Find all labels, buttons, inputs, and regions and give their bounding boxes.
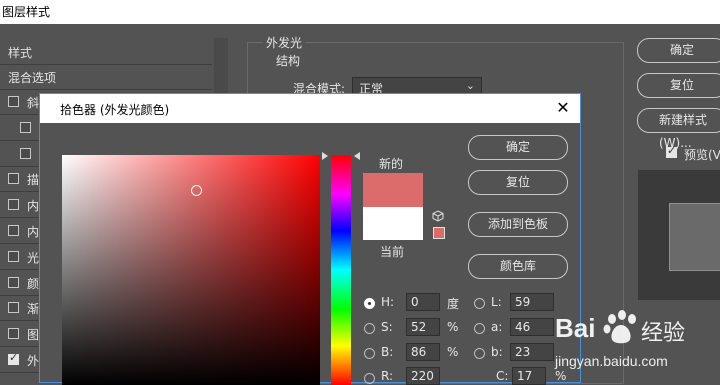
picker-reset-button[interactable]: 复位 [468,170,568,195]
hsb-radio[interactable] [364,348,375,359]
hsb-input[interactable]: 52 [406,318,440,336]
watermark-brand-a: Bai [555,313,596,343]
hsb-unit: % [447,320,459,334]
hsb-label: B: [381,345,394,359]
hsb-radio[interactable] [364,323,375,334]
current-color-swatch[interactable] [363,207,423,240]
lab-value: 59 [515,295,531,309]
color-libraries-label: 颜色库 [499,259,536,273]
color-picker-titlebar: 拾色器 (外发光颜色) ✕ [40,94,580,123]
hsb-label: S: [381,320,393,334]
style-item-checkbox[interactable] [20,121,31,133]
web-safe-swatch[interactable] [433,227,445,239]
hsb-value: 86 [411,345,427,359]
add-to-swatches-button[interactable]: 添加到色板 [468,212,568,237]
outer-glow-title-text: 外发光 [263,36,306,50]
chevron-down-icon: ⌄ [465,79,475,92]
out-of-gamut-cube-icon[interactable] [432,210,444,222]
lab-radio[interactable] [474,298,485,309]
lab-value: 23 [515,345,531,359]
c-input[interactable]: 17 [512,367,546,385]
style-item-checkbox[interactable] [8,302,19,314]
styles-header: 样式 [0,40,212,65]
hsb-value: 52 [411,320,427,334]
add-to-swatches-label: 添加到色板 [487,217,548,231]
r-input[interactable]: 220 [406,367,440,385]
lab-label: L: [491,295,502,309]
hsb-label: H: [381,295,395,309]
lab-value: 46 [515,320,531,334]
picker-reset-label: 复位 [505,175,530,189]
style-item-checkbox[interactable] [8,173,19,185]
color-field-cursor[interactable] [191,185,202,196]
hue-slider-left-arrow[interactable] [322,152,328,160]
reset-button[interactable]: 复位 [637,73,720,98]
picker-ok-button[interactable]: 确定 [468,135,568,160]
hue-slider[interactable] [331,155,351,385]
c-label: C: [496,369,509,383]
baidu-jingyan-watermark: Bai 经验 jingyan.baidu.com [553,303,720,379]
hsb-radio[interactable] [364,298,375,309]
styles-header-label: 样式 [8,46,33,60]
style-item-checkbox[interactable] [8,250,19,262]
lab-label: a: [491,320,503,334]
r-label: R: [381,369,394,383]
structure-label: 结构 [276,54,301,68]
style-item-checkbox[interactable] [8,225,19,236]
picker-ok-label: 确定 [505,140,530,154]
close-icon[interactable]: ✕ [552,97,574,119]
lab-label: b: [491,345,503,359]
new-color-label: 新的 [379,155,403,172]
lab-input[interactable]: 59 [510,293,554,311]
style-item-checkbox[interactable] [8,351,19,365]
blend-options-label: 混合选项 [8,71,57,85]
watermark-brand-b: 经验 [641,321,686,346]
r-value: 220 [411,369,434,383]
watermark-url: jingyan.baidu.com [555,353,668,369]
hsb-input[interactable]: 86 [406,343,440,361]
style-item-checkbox[interactable] [8,96,19,107]
reset-button-label: 复位 [669,78,694,92]
hsb-unit: 度 [447,297,460,311]
lab-input[interactable]: 46 [510,318,554,336]
style-item-checkbox[interactable] [8,276,19,288]
style-item-checkbox[interactable] [8,328,19,340]
current-color-label-text: 当前 [380,245,405,259]
style-item-checkbox[interactable] [8,199,19,211]
current-color-label: 当前 [380,243,404,260]
blend-options-item[interactable]: 混合选项 [0,65,212,90]
lab-input[interactable]: 23 [510,343,554,361]
lab-radio[interactable] [474,323,485,334]
hsb-value: 0 [411,295,419,309]
window-title: 图层样式 [2,5,51,19]
style-item-checkbox[interactable] [20,147,31,159]
window-titlebar: 图层样式 [0,0,720,24]
lab-radio[interactable] [474,348,485,359]
hsb-unit: % [447,345,459,359]
outer-glow-title: 外发光 [263,34,306,51]
structure-heading: 结构 [276,52,300,69]
hue-slider-right-arrow[interactable] [354,152,360,160]
color-libraries-button[interactable]: 颜色库 [468,254,568,279]
style-preview-thumb [669,203,720,271]
preview-checkbox[interactable] [666,144,677,158]
color-picker-title: 拾色器 (外发光颜色) [60,103,170,117]
preview-label: 预览(V) [684,148,720,162]
new-style-button[interactable]: 新建样式(W)... [637,108,720,150]
hsb-input[interactable]: 0 [406,293,440,311]
new-color-label-text: 新的 [379,157,404,171]
ok-button-label: 确定 [669,43,694,57]
c-value: 17 [517,369,533,383]
ok-button[interactable]: 确定 [637,38,720,63]
new-color-swatch [363,173,423,207]
